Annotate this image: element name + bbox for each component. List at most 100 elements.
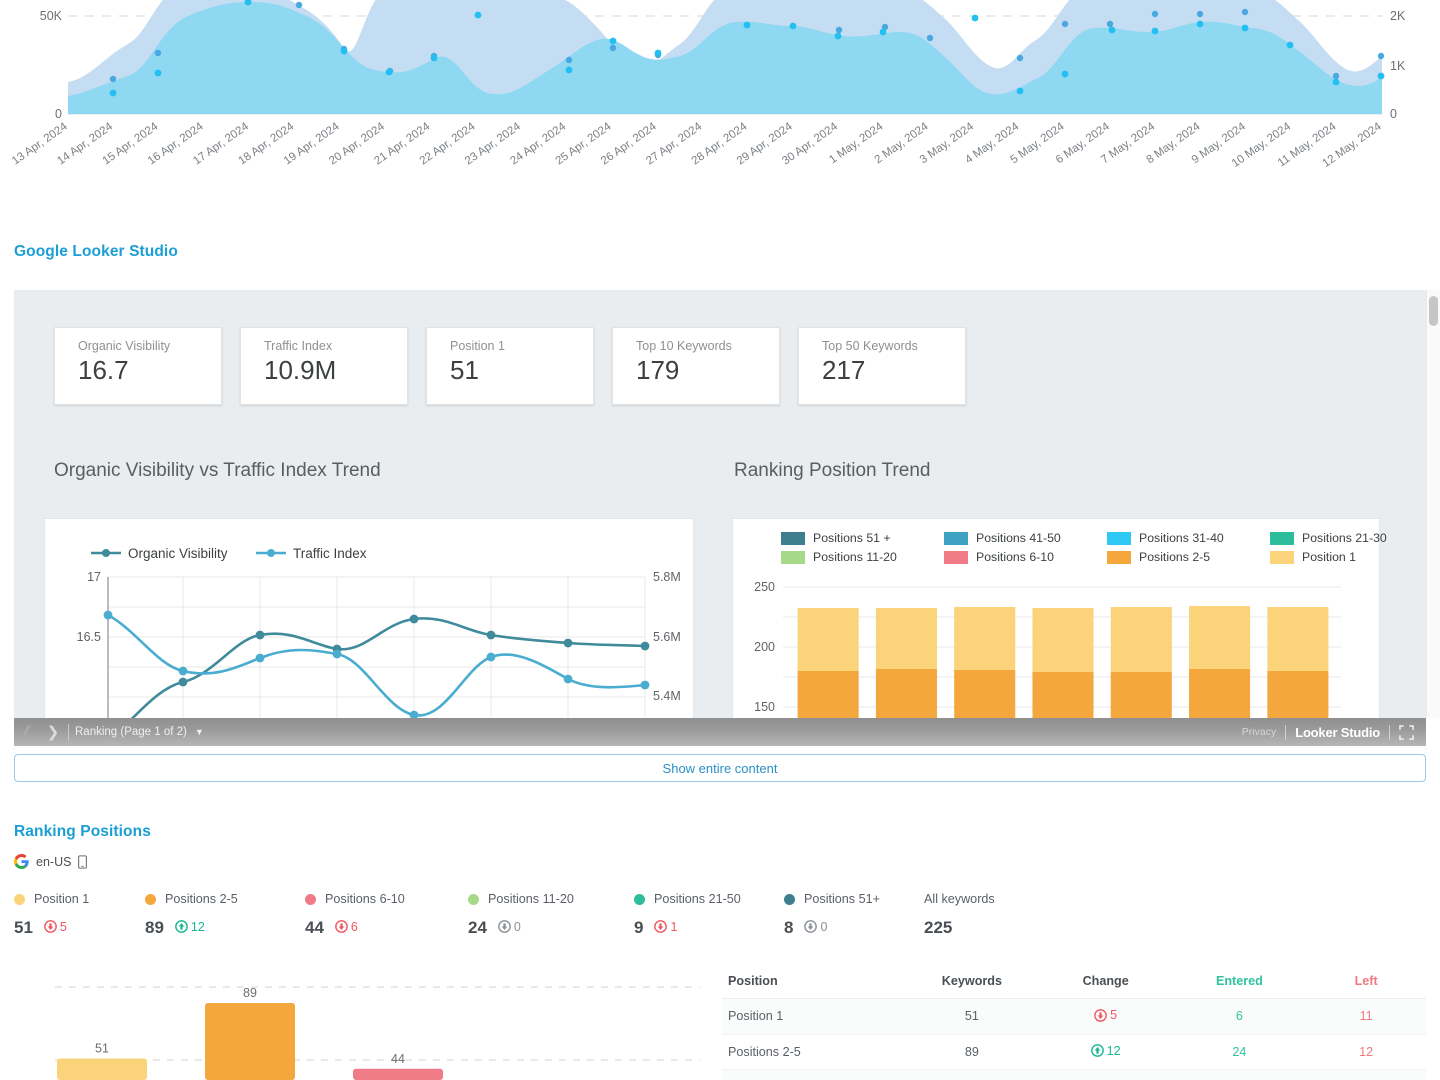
legend-values: 51 5 bbox=[14, 918, 145, 938]
scorecard-2[interactable]: Position 1 51 bbox=[426, 327, 594, 405]
chevron-left-icon[interactable]: ❮ bbox=[14, 723, 40, 741]
legend-label-organic-visibility: Organic Visibility bbox=[128, 546, 228, 561]
chevron-right-icon[interactable]: ❯ bbox=[40, 723, 66, 741]
legend-change-value: 6 bbox=[350, 919, 358, 934]
scorecard-1[interactable]: Traffic Index 10.9M bbox=[240, 327, 408, 405]
series-traffic-index bbox=[107, 613, 646, 717]
legend-values: 89 12 bbox=[145, 918, 305, 938]
scorecard-label: Organic Visibility bbox=[78, 339, 171, 353]
legend-column[interactable]: Positions 6-10 44 6 bbox=[305, 888, 468, 938]
legend-change-value: 5 bbox=[59, 919, 67, 934]
legend-head: Position 1 bbox=[14, 888, 145, 910]
legend-label: Positions 51+ bbox=[804, 892, 880, 906]
ranking-positions-section-title: Ranking Positions bbox=[14, 823, 151, 840]
scorecard-row: Organic Visibility 16.7 Traffic Index 10.9M… bbox=[54, 327, 966, 405]
legend-value: 9 bbox=[634, 918, 644, 937]
cell-position: Position 1 bbox=[722, 998, 906, 1035]
scorecard-value: 16.7 bbox=[78, 355, 129, 385]
legend-column[interactable]: Positions 11-20 24 0 bbox=[468, 888, 634, 938]
bar bbox=[205, 1003, 295, 1080]
legend-values: 91 bbox=[634, 918, 784, 938]
legend-column[interactable]: Positions 51+ 8 0 bbox=[784, 888, 924, 938]
chevron-down-icon[interactable]: ▼ bbox=[195, 727, 204, 737]
cell-change-value: 5 bbox=[1110, 1008, 1118, 1022]
privacy-link[interactable]: Privacy bbox=[1242, 726, 1276, 738]
mobile-device-icon bbox=[78, 854, 88, 869]
legend-label: Positions 11-20 bbox=[488, 892, 574, 906]
legend-head: Positions 2-5 bbox=[145, 888, 305, 910]
legend-change: 0 bbox=[498, 920, 521, 934]
arrow-up-circle-icon bbox=[175, 920, 188, 933]
legend-values: 44 6 bbox=[305, 918, 468, 938]
legend-change: 5 bbox=[44, 920, 67, 934]
legend-column[interactable]: Positions 21-50 9 1 bbox=[634, 888, 784, 938]
looker-studio-section-title: Google Looker Studio bbox=[14, 243, 178, 260]
table-column-header[interactable]: Change bbox=[1038, 966, 1173, 999]
cell-change-value: 12 bbox=[1106, 1043, 1121, 1058]
bar bbox=[57, 1058, 147, 1080]
stacked-axis-tick-250: 250 bbox=[754, 580, 775, 594]
scorecard-4[interactable]: Top 50 Keywords 217 bbox=[798, 327, 966, 405]
legend-dot bbox=[784, 893, 795, 905]
looker-studio-toolbar: ❮ ❯ Ranking (Page 1 of 2) ▼ Privacy Look… bbox=[14, 718, 1426, 746]
table-column-header[interactable]: Entered bbox=[1172, 966, 1307, 999]
legend-label: Positions 21-50 bbox=[654, 892, 741, 906]
table-row[interactable]: Positions 6-104461016 bbox=[722, 1069, 1426, 1080]
legend-head: Positions 11-20 bbox=[468, 888, 634, 910]
looker-panel-scrollbar-track[interactable] bbox=[1426, 290, 1440, 718]
line-chart-legend: Organic Visibility Traffic Index bbox=[91, 546, 367, 561]
scorecard-0[interactable]: Organic Visibility 16.7 bbox=[54, 327, 222, 405]
y-left-tick-50k: 50K bbox=[40, 9, 63, 23]
legend-dot bbox=[468, 893, 479, 905]
ranking-positions-bar-chart-svg: 51 89 44 bbox=[55, 986, 700, 1080]
toolbar-right-group: Privacy Looker Studio bbox=[1242, 724, 1426, 740]
legend-label: Positions 6-10 bbox=[325, 892, 405, 906]
legend-column[interactable]: Positions 2-5 89 12 bbox=[145, 888, 305, 938]
legend-column[interactable]: All keywords 225 bbox=[924, 888, 1044, 938]
arrow-down-circle-icon bbox=[654, 920, 668, 933]
cell-keywords: 51 bbox=[905, 998, 1039, 1035]
arrow-up-circle-icon bbox=[1090, 1044, 1104, 1057]
cell-entered: 10 bbox=[1172, 1069, 1307, 1080]
legend-change-value: 0 bbox=[820, 919, 828, 934]
looker-panel-scrollbar-thumb[interactable] bbox=[1429, 296, 1438, 326]
arrow-down-circle-icon bbox=[44, 920, 57, 933]
table-column-header[interactable]: Keywords bbox=[905, 966, 1039, 999]
ranking-position-chart-card: Positions 51 + Positions 41-50 Positions 3… bbox=[732, 518, 1387, 746]
y-right-tick-2k: 2K bbox=[1390, 9, 1406, 23]
show-entire-content-button[interactable]: Show entire content bbox=[14, 754, 1426, 782]
legend-column[interactable]: Position 1 51 5 bbox=[14, 888, 145, 938]
table-row[interactable]: Position 1 51 5 6 11 bbox=[722, 998, 1426, 1035]
cell-entered: 6 bbox=[1172, 998, 1307, 1035]
arrow-neutral-circle-icon bbox=[498, 920, 511, 933]
right-axis-tick-54m: 5.4M bbox=[653, 689, 681, 703]
scorecard-3[interactable]: Top 10 Keywords 179 bbox=[612, 327, 780, 405]
ranking-positions-legend: Position 1 51 5 Positions 2-5 89 12 Positions … bbox=[14, 888, 1044, 938]
legend-change-value: 1 bbox=[670, 919, 678, 934]
scorecard-value: 179 bbox=[636, 355, 680, 385]
legend-change: 0 bbox=[804, 920, 827, 934]
scorecard-value: 217 bbox=[822, 355, 866, 385]
table-column-header[interactable]: Position bbox=[722, 966, 906, 999]
bar-data-label: 44 bbox=[391, 1052, 405, 1066]
table-column-header[interactable]: Left bbox=[1306, 966, 1426, 999]
legend-dot bbox=[14, 893, 25, 905]
table-row[interactable]: Positions 2-5 89 12 24 12 bbox=[722, 1034, 1426, 1070]
y-right-tick-0: 0 bbox=[1390, 107, 1397, 121]
cell-position: Positions 6-10 bbox=[722, 1069, 906, 1080]
arrow-down-circle-icon bbox=[1094, 1008, 1108, 1022]
cell-left: 12 bbox=[1306, 1034, 1426, 1070]
stacked-bar-segment bbox=[954, 607, 1016, 670]
ranking-positions-bar-chart: 51 89 44 bbox=[0, 968, 700, 1080]
looker-studio-brand[interactable]: Looker Studio bbox=[1295, 725, 1380, 740]
cell-change: 6 bbox=[1038, 1069, 1173, 1080]
show-entire-content-label: Show entire content bbox=[662, 760, 778, 776]
fullscreen-icon[interactable] bbox=[1399, 724, 1414, 740]
locale-label: en-US bbox=[36, 854, 72, 869]
ranking-positions-table: Position Keywords Change Entered Left Positi… bbox=[722, 966, 1426, 1080]
organic-visibility-chart-card: Organic Visibility Traffic Index 17 16.5… bbox=[44, 518, 694, 746]
line-chart-gridlines bbox=[108, 576, 646, 741]
page-selector-label[interactable]: Ranking (Page 1 of 2) bbox=[75, 726, 187, 738]
traffic-area-chart-svg: 50K 0 2K 1K 0 13 Apr, 202414 Apr, 202415… bbox=[10, 0, 1406, 170]
right-axis-tick-58m: 5.8M bbox=[653, 570, 681, 584]
